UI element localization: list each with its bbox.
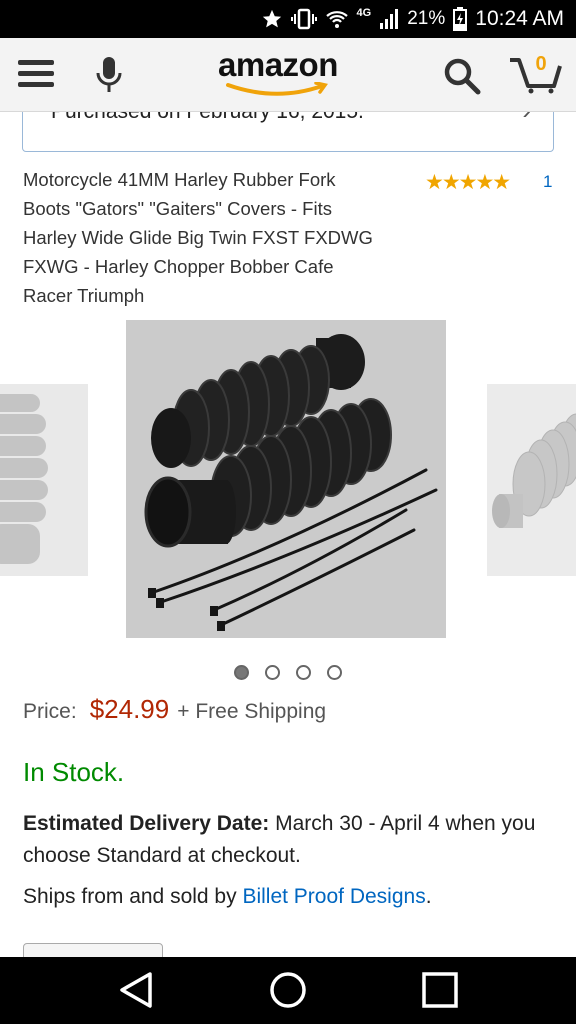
system-nav-bar [0,957,576,1024]
app-header: amazon 0 [0,38,576,112]
wifi-icon [325,8,349,30]
stars-icon: ★★★★★ [425,171,511,194]
seller-link[interactable]: Billet Proof Designs [242,885,425,908]
mic-icon[interactable] [95,55,123,100]
product-title[interactable]: Motorcycle 41MM Harley Rubber Fork Boots… [23,165,383,310]
price-label: Price: [23,700,77,723]
ships-from: Ships from and sold by Billet Proof Desi… [23,885,432,909]
carousel-dots [234,665,342,680]
carousel-dot[interactable] [296,665,311,680]
price-value: $24.99 [89,694,170,724]
review-count-link[interactable]: 1 [543,172,552,192]
carousel-dot[interactable] [234,665,249,680]
signal-icon [379,8,399,30]
ships-prefix: Ships from and sold by [23,885,243,908]
delivery-estimate: Estimated Delivery Date: March 30 - Apri… [23,808,563,872]
carousel-dot[interactable] [327,665,342,680]
menu-icon[interactable] [18,60,54,90]
vibrate-icon [290,8,317,30]
amazon-logo[interactable]: amazon [218,46,358,98]
back-icon[interactable] [118,970,154,1015]
clock: 10:24 AM [475,7,564,30]
availability-status: In Stock. [23,757,125,787]
logo-text: amazon [218,46,338,83]
status-bar: 4G 21% 10:24 AM [0,0,576,38]
search-icon[interactable] [443,57,481,100]
carousel-prev-image[interactable] [0,384,88,576]
ships-suffix: . [425,885,432,908]
logo-smile-icon [226,82,328,96]
star-rating[interactable]: ★★★★★ [425,170,511,195]
cart-count-badge: 0 [535,53,547,75]
network-label: 4G [356,7,372,19]
carousel-next-image[interactable] [487,384,576,576]
shipping-text: + Free Shipping [177,700,327,723]
battery-charging-icon [453,7,468,31]
recents-icon[interactable] [421,970,459,1015]
star-icon [261,8,283,30]
price-row: Price: $24.99 + Free Shipping [23,694,326,725]
product-image[interactable] [126,320,446,638]
carousel-dot[interactable] [265,665,280,680]
delivery-label: Estimated Delivery Date: [23,812,270,835]
battery-percent: 21% [407,8,446,29]
home-icon[interactable] [268,970,308,1015]
